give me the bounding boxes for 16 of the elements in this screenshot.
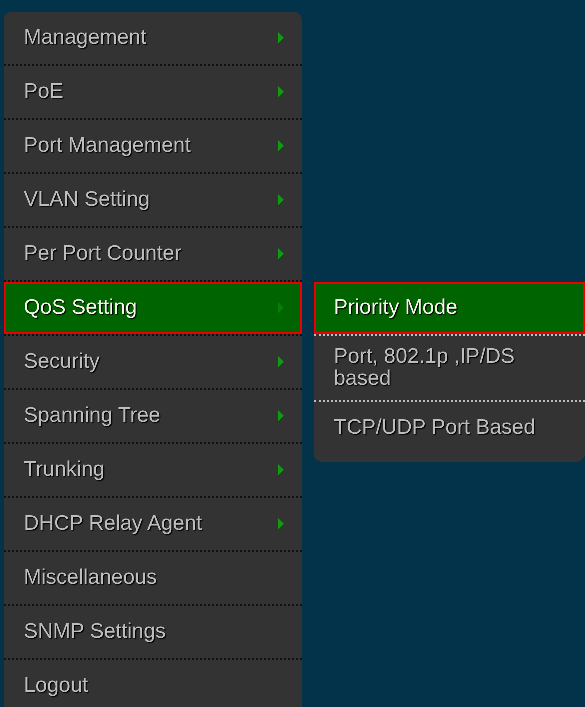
- menu-item[interactable]: Management: [4, 12, 302, 64]
- menu-item[interactable]: Spanning Tree: [4, 390, 302, 442]
- menu-item[interactable]: QoS Setting: [4, 282, 302, 334]
- menu-item[interactable]: VLAN Setting: [4, 174, 302, 226]
- menu-item[interactable]: DHCP Relay Agent: [4, 498, 302, 550]
- submenu-item[interactable]: Port, 802.1p ,IP/DS based: [314, 336, 585, 400]
- submenu-item[interactable]: TCP/UDP Port Based: [314, 402, 585, 454]
- menu-item[interactable]: Security: [4, 336, 302, 388]
- menu-item[interactable]: Miscellaneous: [4, 552, 302, 604]
- menu-item[interactable]: Trunking: [4, 444, 302, 496]
- menu-item[interactable]: Port Management: [4, 120, 302, 172]
- menu-item[interactable]: SNMP Settings: [4, 606, 302, 658]
- submenu-item[interactable]: Priority Mode: [314, 282, 585, 334]
- menu-item[interactable]: Per Port Counter: [4, 228, 302, 280]
- menu-item[interactable]: Logout: [4, 660, 302, 707]
- menu-item[interactable]: PoE: [4, 66, 302, 118]
